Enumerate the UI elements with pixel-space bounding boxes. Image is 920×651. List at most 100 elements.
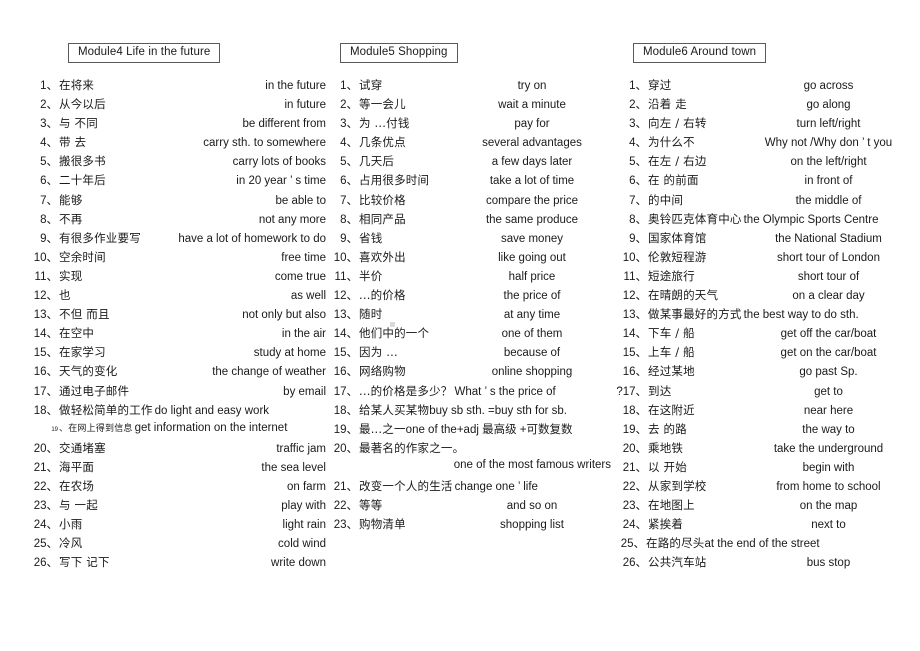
phrase-number: 4、: [629, 137, 647, 150]
phrase-row: 18、 做轻松简单的工作 do light and easy work: [28, 402, 328, 421]
phrase-row: 15、 上车 / 船 get on the car/boat: [615, 344, 915, 363]
phrase-english: the way to: [802, 423, 855, 436]
phrase-english: half price: [508, 270, 556, 283]
phrase-chinese: 在晴朗的天气: [648, 288, 719, 303]
phrase-chinese: 从家到学校: [648, 478, 707, 493]
phrase-number: 15、: [622, 347, 647, 360]
phrase-english: change one ’ life: [454, 480, 538, 493]
phrase-number: 16、: [33, 366, 58, 379]
phrase-row: one of the most famous writers: [328, 459, 613, 478]
module-heading-wrap: Module4 Life in the future: [28, 42, 328, 63]
phrase-chinese: 等等: [359, 498, 383, 513]
phrase-english: take the underground: [773, 442, 884, 455]
phrase-row: 5、 在左 / 右边 on the left/right: [615, 153, 915, 172]
phrase-chinese: 紧挨着: [648, 517, 684, 532]
phrase-english: cold wind: [278, 538, 326, 551]
phrase-english: from home to school: [776, 480, 881, 493]
phrase-chinese: 有很多作业要写: [59, 230, 141, 245]
phrase-chinese: 写下 记下: [59, 555, 110, 570]
phrase-chinese: 网络购物: [359, 364, 406, 379]
phrase-row: 4、带 去 carry sth. to somewhere: [28, 134, 328, 153]
phrase-english: several advantages: [482, 137, 582, 150]
phrase-number: 18、: [622, 404, 647, 417]
phrase-row: 19、 最...之一 one of the+adj 最高级 +可数复数: [328, 421, 613, 440]
module-heading-wrap: Module6 Around town: [615, 42, 915, 63]
phrase-chinese: 做某事最好的方式: [648, 307, 742, 322]
module-column-module4: Module4 Life in the future 1、 在将来 in the fu…: [28, 42, 328, 573]
phrase-chinese: 小雨: [59, 517, 83, 532]
phrase-number: 1、: [340, 80, 358, 92]
phrase-row: 5、 搬很多书 carry lots of books: [28, 153, 328, 172]
phrase-english: traffic jam: [276, 442, 326, 455]
phrase-row: 13、 随时 at any time: [328, 306, 613, 325]
phrase-row: 23、 在地图上 on the map: [615, 497, 915, 516]
phrase-number: 11、: [623, 270, 647, 283]
phrase-number: 17、: [33, 385, 58, 398]
phrase-number: 21、: [333, 480, 358, 493]
phrase-number: 5、: [340, 156, 358, 169]
phrase-number: 25、: [33, 538, 58, 551]
phrase-row: 2、 等一会儿 wait a minute: [328, 96, 613, 115]
phrase-number: 7、: [340, 194, 358, 207]
phrase-chinese: 在这附近: [648, 402, 695, 417]
phrase-english: short tour of: [797, 270, 860, 283]
module-heading-wrap: Module5 Shopping: [328, 42, 613, 63]
phrase-number: 21、: [622, 461, 647, 474]
phrase-number: 2、: [40, 99, 58, 112]
phrase-number: 26、: [33, 557, 58, 570]
phrase-row: 14、 在空中 in the air: [28, 325, 328, 344]
phrase-chinese: 天气的变化: [59, 364, 118, 379]
phrase-number: 8、: [340, 213, 358, 226]
phrase-chinese: 乘地铁: [648, 440, 684, 455]
phrase-english: on farm: [287, 480, 326, 493]
phrase-chinese: 在将来: [59, 78, 95, 92]
phrase-row: 16、 经过某地 go past Sp.: [615, 363, 915, 382]
module-column-module5: Module5 Shopping 1、 试穿 try on 2、 等一会儿 wait a m…: [328, 42, 613, 535]
phrase-row: 23、与 一起 play with: [28, 497, 328, 516]
phrase-chinese: 相同产品: [359, 211, 406, 226]
phrase-row: 9、 有很多作业要写 have a lot of homework to do: [28, 230, 328, 249]
phrase-chinese: 不再: [59, 211, 83, 226]
phrase-english: in future: [284, 99, 326, 112]
phrase-number: 7、: [40, 194, 58, 207]
phrase-english: study at home: [253, 347, 326, 360]
phrase-english: shopping list: [500, 519, 564, 532]
phrase-english: get information on the internet: [134, 421, 288, 434]
phrase-number: 11、: [334, 270, 358, 283]
phrase-english: next to: [811, 519, 846, 532]
phrase-chinese: 空余时间: [59, 249, 106, 264]
phrase-chinese: 半价: [359, 268, 383, 283]
phrase-chinese: 通过电子邮件: [59, 383, 130, 398]
phrase-row: 17、 ...的价格是多少？ What ’ s the price of: [328, 383, 613, 402]
phrase-english: in the future: [265, 80, 326, 92]
phrase-row: 19、 去 的路 the way to: [615, 421, 915, 440]
phrase-english: bus stop: [806, 557, 851, 570]
phrase-row: 26、 写下 记下 write down: [28, 554, 328, 573]
phrase-row: 5、 几天后 a few days later: [328, 153, 613, 172]
phrase-english: come true: [274, 270, 326, 283]
phrase-row: 12、也 as well: [28, 287, 328, 306]
phrase-number: ?17、: [616, 385, 647, 398]
phrase-english: carry sth. to somewhere: [203, 137, 326, 150]
phrase-row: 15、 在家学习 study at home: [28, 344, 328, 363]
phrase-row: 11、 实现 come true: [28, 268, 328, 287]
phrase-english: the same produce: [485, 213, 579, 226]
phrase-row: 13、 不但 而且 not only but also: [28, 306, 328, 325]
phrase-row: 3、与 不同 be different from: [28, 115, 328, 134]
phrase-chinese: 在路的尽头: [646, 536, 705, 551]
phrase-row: 10、 喜欢外出 like going out: [328, 249, 613, 268]
phrase-english: at the end of the street: [704, 538, 820, 551]
phrase-english: one of the+adj 最高级 +可数复数: [405, 423, 573, 436]
phrase-english: the Olympic Sports Centre: [743, 213, 879, 226]
phrase-number: 7、: [629, 194, 647, 207]
phrase-row: 11、 半价 half price: [328, 268, 613, 287]
phrase-row: 19 、在网上得到信息 get information on the interne…: [28, 421, 328, 440]
phrase-chinese: 试穿: [359, 78, 383, 92]
phrase-row: 10、 空余时间 free time: [28, 249, 328, 268]
phrase-english: go past Sp.: [799, 366, 858, 379]
phrase-number: 24、: [622, 519, 647, 532]
phrase-number: 21、: [33, 461, 58, 474]
phrase-number: 10、: [622, 251, 647, 264]
phrase-number: 3、: [40, 118, 58, 131]
phrase-chinese: 海平面: [59, 459, 95, 474]
